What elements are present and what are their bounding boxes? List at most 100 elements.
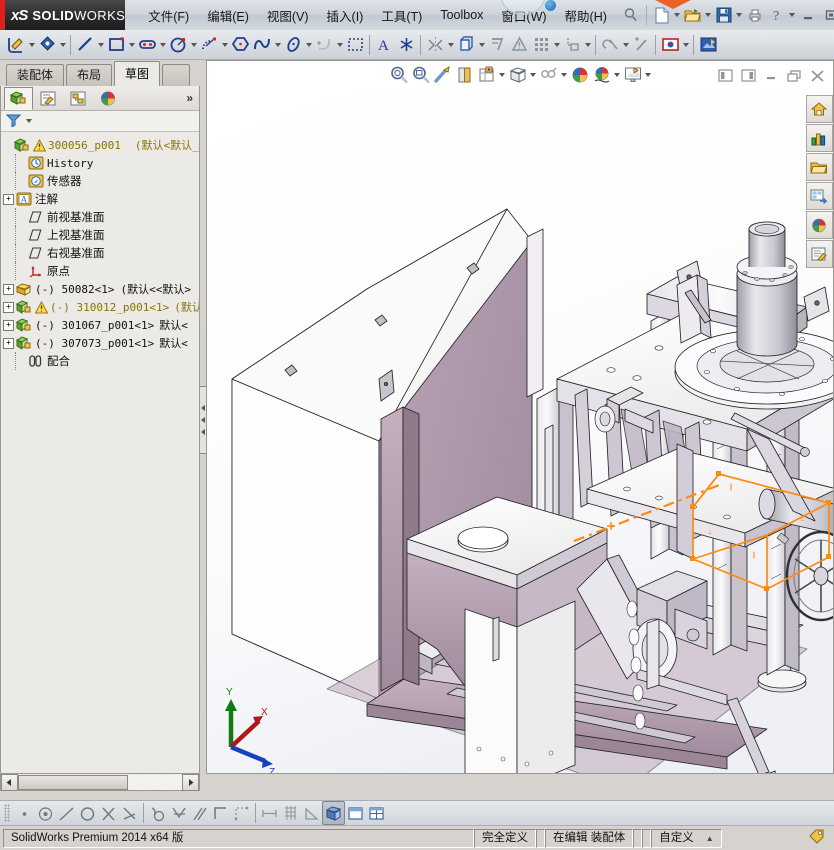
measure-icon[interactable] xyxy=(301,802,322,824)
sketch-fillet-icon[interactable] xyxy=(313,34,335,56)
restore-icon[interactable] xyxy=(820,4,834,27)
menu-toolbox[interactable]: Toolbox xyxy=(431,4,492,26)
menu-tools[interactable]: 工具(T) xyxy=(372,2,431,29)
quicksnaps-dropdown[interactable] xyxy=(621,34,630,56)
pattern-dropdown[interactable] xyxy=(552,34,561,56)
menu-file[interactable]: 文件(F) xyxy=(139,2,198,29)
construction-geometry-icon[interactable] xyxy=(231,802,252,824)
sw-resources-icon[interactable] xyxy=(806,95,833,123)
mirror-dropdown[interactable] xyxy=(446,34,455,56)
scroll-thumb[interactable] xyxy=(18,775,128,790)
point-icon[interactable] xyxy=(395,34,417,56)
feature-tree-hscrollbar[interactable] xyxy=(0,774,200,791)
angle-relation-icon[interactable] xyxy=(119,802,140,824)
tab-sketch[interactable]: 草图 xyxy=(114,61,160,86)
edit-appearance-icon[interactable] xyxy=(569,64,591,86)
rapid-sketch-icon[interactable] xyxy=(630,34,652,56)
tab-assembly[interactable]: 装配体 xyxy=(6,64,64,86)
zoom-to-fit-icon[interactable] xyxy=(388,64,410,86)
display-style-icon[interactable] xyxy=(507,64,529,86)
menu-edit[interactable]: 编辑(E) xyxy=(198,2,258,29)
appearances-scenes-icon[interactable] xyxy=(806,211,833,239)
menu-insert[interactable]: 插入(I) xyxy=(318,2,373,29)
save-icon[interactable] xyxy=(713,4,735,26)
tree-item-front-plane[interactable]: 前视基准面 xyxy=(3,208,199,226)
tree-item-mates[interactable]: 配合 xyxy=(3,352,199,370)
perpendicular-relation-icon[interactable] xyxy=(168,802,189,824)
display-manager-tab[interactable] xyxy=(94,87,123,110)
configuration-manager-tab[interactable] xyxy=(64,87,93,110)
view-settings-icon[interactable] xyxy=(622,64,644,86)
tree-item-top-plane[interactable]: 上视基准面 xyxy=(3,226,199,244)
sketch-icon[interactable] xyxy=(5,34,27,56)
mirror-entities-icon[interactable] xyxy=(424,34,446,56)
polygon-icon[interactable] xyxy=(229,34,251,56)
text-icon[interactable]: A xyxy=(373,34,395,56)
sketch-dropdown[interactable] xyxy=(27,34,36,56)
view-settings-dropdown[interactable] xyxy=(644,64,653,86)
zoom-to-area-icon[interactable] xyxy=(410,64,432,86)
line-relation-icon[interactable] xyxy=(56,802,77,824)
tree-item-annotations[interactable]: + A 注解 xyxy=(3,190,199,208)
doc-minimize-icon[interactable] xyxy=(760,64,783,87)
line-icon[interactable] xyxy=(74,34,96,56)
repair-dropdown[interactable] xyxy=(681,34,690,56)
menu-help[interactable]: 帮助(H) xyxy=(556,2,616,29)
trim-entities-icon[interactable] xyxy=(344,34,366,56)
scroll-right-button[interactable] xyxy=(182,774,199,791)
tree-item-origin[interactable]: 原点 xyxy=(3,262,199,280)
view-orientation-dropdown[interactable] xyxy=(498,64,507,86)
tile-right-icon[interactable] xyxy=(737,64,760,87)
intersection-relation-icon[interactable] xyxy=(98,802,119,824)
rectangle-dropdown[interactable] xyxy=(127,34,136,56)
search-icon[interactable] xyxy=(620,4,642,26)
expand-toggle[interactable]: + xyxy=(3,338,14,349)
menu-view[interactable]: 视图(V) xyxy=(258,2,318,29)
tangent-relation-icon[interactable] xyxy=(147,802,168,824)
tree-item-right-plane[interactable]: 右视基准面 xyxy=(3,244,199,262)
expand-toggle[interactable]: + xyxy=(3,320,14,331)
fillet-dropdown[interactable] xyxy=(335,34,344,56)
move-dropdown[interactable] xyxy=(583,34,592,56)
circle-dropdown[interactable] xyxy=(189,34,198,56)
ellipse-dropdown[interactable] xyxy=(304,34,313,56)
file-explorer-icon[interactable] xyxy=(806,153,833,181)
display-style-dropdown[interactable] xyxy=(529,64,538,86)
display-delete-relations-icon[interactable] xyxy=(508,34,530,56)
tree-item-component-307073[interactable]: + (-) 307073_p001<1> 默认< xyxy=(3,334,199,352)
parallel-relation-icon[interactable] xyxy=(189,802,210,824)
doc-restore-icon[interactable] xyxy=(783,64,806,87)
design-library-icon[interactable] xyxy=(806,124,833,152)
panel-overflow-button[interactable]: » xyxy=(186,91,193,105)
view-palette-icon[interactable] xyxy=(806,182,833,210)
point-relation-icon[interactable] xyxy=(14,802,35,824)
four-view-icon[interactable] xyxy=(366,802,387,824)
model-viewport[interactable]: ∥ ⊥ ∥ ⊥ Y X Z xyxy=(207,89,833,773)
dimension-display-icon[interactable] xyxy=(259,802,280,824)
zoom-in-out-icon[interactable] xyxy=(432,64,454,86)
section-view-icon[interactable] xyxy=(454,64,476,86)
doc-close-icon[interactable] xyxy=(806,64,829,87)
view-orientation-icon[interactable] xyxy=(476,64,498,86)
sketch-picture-icon[interactable] xyxy=(697,34,719,56)
tree-item-component-301067[interactable]: + (-) 301067_p001<1> 默认< xyxy=(3,316,199,334)
filter-dropdown-icon[interactable] xyxy=(26,119,32,123)
repair-sketch-icon[interactable] xyxy=(659,34,681,56)
spline-dropdown[interactable] xyxy=(273,34,282,56)
grid-icon[interactable] xyxy=(280,802,301,824)
toolbar-grip[interactable] xyxy=(4,804,10,822)
minimize-icon[interactable] xyxy=(797,4,820,27)
circle-icon[interactable] xyxy=(167,34,189,56)
custom-properties-icon[interactable] xyxy=(806,240,833,268)
tab-layout[interactable]: 布局 xyxy=(66,64,112,86)
circle-relation-icon[interactable] xyxy=(77,802,98,824)
scroll-track[interactable] xyxy=(18,775,182,790)
offset-entities-icon[interactable] xyxy=(486,34,508,56)
expand-toggle[interactable]: + xyxy=(3,284,14,295)
spline-icon[interactable] xyxy=(251,34,273,56)
tree-item-sensors[interactable]: 传感器 xyxy=(3,172,199,190)
convert-entities-icon[interactable] xyxy=(455,34,477,56)
property-manager-tab[interactable] xyxy=(34,87,63,110)
arc-icon[interactable] xyxy=(198,34,220,56)
tree-item-component-310012[interactable]: + (-) 310012_p001<1> (默认 xyxy=(3,298,199,316)
